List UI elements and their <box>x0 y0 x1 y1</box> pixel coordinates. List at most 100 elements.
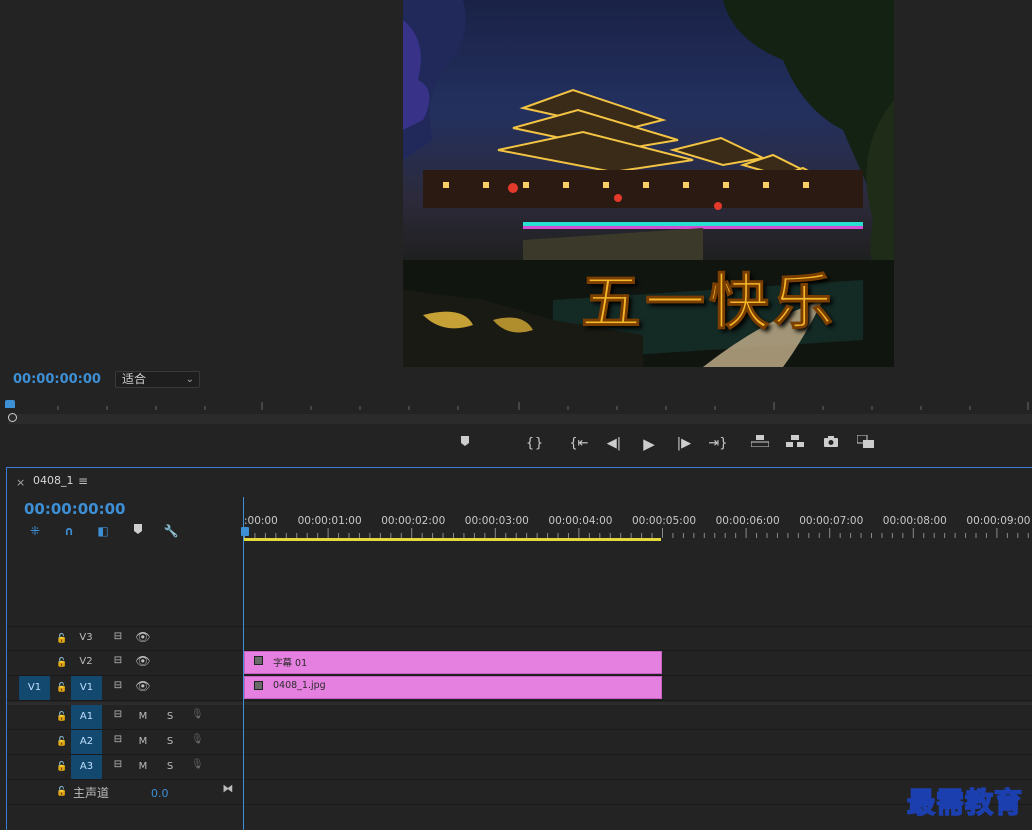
ruler-label: 00:00:07:00 <box>799 515 864 527</box>
clip-image-0408[interactable]: 0408_1.jpg <box>244 676 662 699</box>
microphone-icon[interactable]: 🎙 <box>191 709 204 720</box>
timeline-playhead[interactable] <box>241 527 249 536</box>
ruler-label: 00:00:01:00 <box>297 515 362 527</box>
mute-button[interactable]: M <box>137 761 149 772</box>
go-to-out-button[interactable]: ⇥} <box>708 435 728 453</box>
program-frame-image: 五一快乐 <box>403 0 894 367</box>
frame-caption-text: 五一快乐 <box>581 268 837 339</box>
sequence-tab[interactable]: 0408_1 <box>33 474 74 487</box>
export-frame-button[interactable] <box>821 435 841 453</box>
step-back-icon: ◀| <box>606 436 622 451</box>
track-row-a3: 🔓 A3 ⊟ M S 🎙 <box>7 755 1032 780</box>
linked-selection-toggle[interactable]: ◧ <box>95 523 111 539</box>
go-to-in-icon: {⇤ <box>569 436 589 451</box>
timeline-timecode[interactable]: 00:00:00:00 <box>24 500 126 518</box>
master-track-name: 主声道 <box>73 786 110 800</box>
lift-button[interactable] <box>750 435 770 453</box>
solo-button[interactable]: S <box>164 711 176 722</box>
watermark-logo: 最需教育 <box>906 785 1024 820</box>
play-button[interactable]: ▶ <box>639 435 659 453</box>
ruler-label: 00:00:05:00 <box>632 515 697 527</box>
monitor-zoom-scrollbar[interactable] <box>8 414 1032 424</box>
timeline-settings-button[interactable]: 🔧 <box>163 523 179 539</box>
ruler-label: 00:00:02:00 <box>381 515 446 527</box>
timeline-playhead-line[interactable] <box>243 497 244 830</box>
microphone-icon[interactable]: 🎙 <box>191 759 204 770</box>
monitor-scroll-handle[interactable] <box>8 413 17 422</box>
step-forward-icon: |▶ <box>676 436 692 451</box>
extract-button[interactable] <box>785 435 805 453</box>
close-tab-icon[interactable]: × <box>16 476 25 489</box>
track-row-a1: 🔓 A1 ⊟ M S 🎙 <box>7 705 1032 730</box>
lock-icon[interactable]: 🔓 <box>56 634 67 644</box>
microphone-icon[interactable]: 🎙 <box>191 734 204 745</box>
sync-lock-icon[interactable]: ⊟ <box>110 680 126 691</box>
ruler-label: 00:00:06:00 <box>715 515 780 527</box>
nest-sequence-toggle[interactable]: ⁜ <box>27 523 43 539</box>
source-patch-v1[interactable]: V1 <box>19 676 50 700</box>
fx-badge-icon <box>254 656 263 665</box>
clip-name: 字幕 01 <box>273 658 308 669</box>
panel-menu-icon[interactable]: ≡ <box>78 474 88 488</box>
track-name-v3: V3 <box>79 632 93 643</box>
ruler-label: 00:00:04:00 <box>548 515 613 527</box>
comparison-view-button[interactable] <box>856 434 876 453</box>
ruler-label: :00:00 <box>244 515 278 527</box>
comparison-icon <box>856 434 874 448</box>
sync-lock-icon[interactable]: ⊟ <box>110 655 126 666</box>
lock-icon[interactable]: 🔓 <box>56 683 67 693</box>
work-area-bar[interactable] <box>244 538 661 541</box>
snap-toggle[interactable]: ∩ <box>61 523 77 539</box>
master-volume-value[interactable]: 0.0 <box>151 787 169 800</box>
eye-icon[interactable]: 👁 <box>135 630 151 644</box>
monitor-time-ruler[interactable] <box>8 400 1032 414</box>
extract-icon <box>786 435 804 447</box>
sync-lock-icon[interactable]: ⊟ <box>110 759 126 770</box>
play-icon: ▶ <box>643 435 655 453</box>
track-name-a1[interactable]: A1 <box>71 705 102 729</box>
add-timeline-marker-button[interactable] <box>130 523 146 539</box>
lift-icon <box>750 435 770 448</box>
step-forward-button[interactable]: |▶ <box>674 435 694 453</box>
sync-lock-icon[interactable]: ⊟ <box>110 709 126 720</box>
eye-icon[interactable]: 👁 <box>135 679 151 693</box>
mute-button[interactable]: M <box>137 711 149 722</box>
lock-icon[interactable]: 🔓 <box>56 787 67 797</box>
lock-icon[interactable]: 🔓 <box>56 658 67 668</box>
track-row-a2: 🔓 A2 ⊟ M S 🎙 <box>7 730 1032 755</box>
monitor-timecode[interactable]: 00:00:00:00 <box>13 372 101 387</box>
monitor-playhead[interactable] <box>5 400 15 408</box>
camera-icon <box>824 436 838 447</box>
wrench-icon: 🔧 <box>163 524 179 538</box>
track-name-a2[interactable]: A2 <box>71 730 102 754</box>
sync-lock-icon[interactable]: ⊟ <box>110 734 126 745</box>
clip-name: 0408_1.jpg <box>273 680 326 691</box>
marker-icon <box>134 524 142 534</box>
solo-button[interactable]: S <box>164 761 176 772</box>
magnet-icon: ∩ <box>64 524 74 538</box>
eye-icon[interactable]: 👁 <box>135 654 151 668</box>
mute-button[interactable]: M <box>137 736 149 747</box>
sync-lock-icon[interactable]: ⊟ <box>110 631 126 642</box>
nest-icon: ⁜ <box>29 524 41 538</box>
ruler-label: 00:00:03:00 <box>464 515 529 527</box>
go-to-end-icon[interactable]: ⧓ <box>221 782 235 795</box>
track-name-v1[interactable]: V1 <box>71 676 102 700</box>
zoom-level-select[interactable]: 适合 ⌄ <box>115 371 200 388</box>
ruler-label: 00:00:09:00 <box>966 515 1031 527</box>
linked-selection-icon: ◧ <box>97 524 109 538</box>
track-name-a3[interactable]: A3 <box>71 755 102 779</box>
add-marker-button[interactable] <box>455 435 475 453</box>
mark-out-button[interactable]: } <box>524 435 544 453</box>
go-to-in-button[interactable]: {⇤ <box>569 435 589 453</box>
clip-title-01[interactable]: 字幕 01 <box>244 651 662 674</box>
lock-icon[interactable]: 🔓 <box>56 762 67 772</box>
mark-out-icon: } <box>534 436 544 451</box>
ruler-label: 00:00:08:00 <box>882 515 947 527</box>
step-back-button[interactable]: ◀| <box>604 435 624 453</box>
lock-icon[interactable]: 🔓 <box>56 737 67 747</box>
lock-icon[interactable]: 🔓 <box>56 712 67 722</box>
marker-icon <box>461 436 469 446</box>
solo-button[interactable]: S <box>164 736 176 747</box>
chevron-down-icon: ⌄ <box>185 374 194 385</box>
